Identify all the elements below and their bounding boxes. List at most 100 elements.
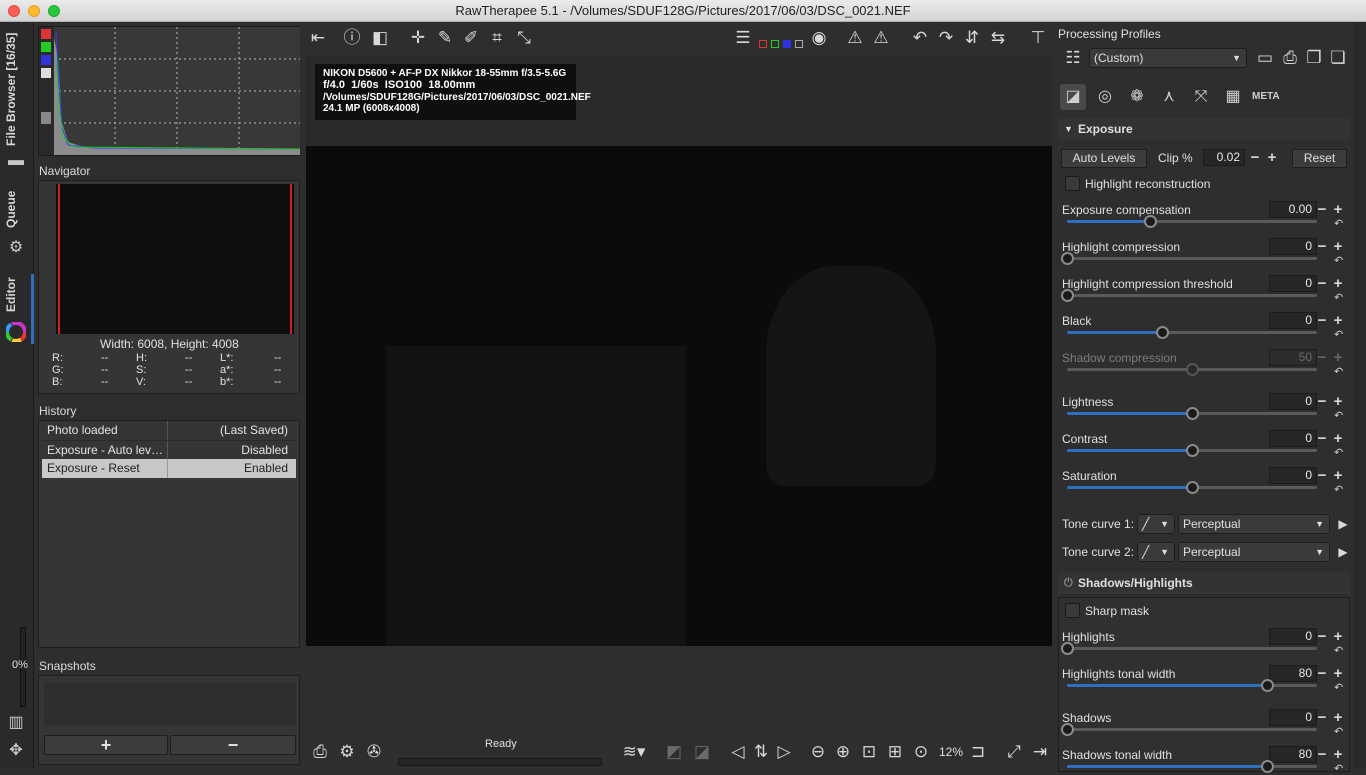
decrement-button[interactable]: − (1315, 394, 1329, 409)
move-icon[interactable]: ✥ (5, 740, 27, 762)
minimize-window-button[interactable] (28, 5, 40, 17)
clip-increment-button[interactable]: + (1265, 150, 1279, 165)
history-row-selected[interactable]: Exposure - Reset Enabled (42, 459, 296, 478)
maximize-window-button[interactable] (48, 5, 60, 17)
increment-button[interactable]: + (1331, 747, 1345, 762)
blue-preview-toggle[interactable] (783, 40, 791, 48)
exposure-tab-icon[interactable]: ◪ (1060, 84, 1086, 110)
hide-right-panel-icon[interactable]: ⇥ (1028, 740, 1052, 764)
increment-button[interactable]: + (1331, 394, 1345, 409)
crop-icon[interactable]: ⌗ (485, 26, 509, 50)
slider-thumb[interactable] (1061, 289, 1074, 302)
tone-curve-1-expand-icon[interactable]: ▶ (1331, 512, 1355, 536)
auto-levels-button[interactable]: Auto Levels (1061, 149, 1147, 168)
fullscreen-icon[interactable]: ⤢ (1002, 740, 1026, 764)
info-icon[interactable]: ⓘ (340, 26, 364, 50)
decrement-button[interactable]: − (1315, 276, 1329, 291)
background-color-menu-icon[interactable]: ≋▾ (612, 740, 656, 764)
reset-icon[interactable]: ↶ (1334, 365, 1343, 378)
reset-icon[interactable]: ↶ (1334, 681, 1343, 694)
tone-curve-2-expand-icon[interactable]: ▶ (1331, 540, 1355, 564)
close-window-button[interactable] (8, 5, 20, 17)
slider-value-input[interactable]: 0 (1269, 238, 1317, 255)
color-picker-icon[interactable]: ✐ (459, 26, 483, 50)
increment-button[interactable]: + (1331, 350, 1345, 365)
decrement-button[interactable]: − (1315, 629, 1329, 644)
slider-thumb[interactable] (1261, 760, 1274, 773)
tab-editor[interactable]: Editor (4, 274, 28, 316)
queue-image-icon[interactable]: ⚙ (335, 740, 359, 764)
flip-horizontal-icon[interactable]: ⇆ (986, 26, 1010, 50)
sync-icon[interactable]: ⇅ (749, 740, 773, 764)
paste-profile-icon[interactable]: ❏ (1326, 46, 1350, 70)
slider-thumb[interactable] (1261, 679, 1274, 692)
tone-curve-2-mode-select[interactable]: Perceptual ▼ (1178, 542, 1330, 562)
highlight-reconstruction-checkbox[interactable] (1065, 176, 1080, 191)
zoom-fit-crop-icon[interactable]: ⊞ (883, 740, 907, 764)
advanced-tab-icon[interactable]: ⋏ (1156, 84, 1182, 110)
slider-value-input[interactable]: 0 (1269, 393, 1317, 410)
reset-icon[interactable]: ↶ (1334, 328, 1343, 341)
slider-value-input[interactable]: 0 (1269, 628, 1317, 645)
folder-icon[interactable]: ▬ (5, 152, 27, 174)
raw-tab-icon[interactable]: ▦ (1220, 84, 1246, 110)
metadata-tab-icon[interactable]: META (1252, 84, 1280, 110)
tab-file-browser[interactable]: File Browser [16/35] (4, 32, 28, 147)
increment-button[interactable]: + (1331, 710, 1345, 725)
slider-thumb[interactable] (1186, 363, 1199, 376)
open-profile-icon[interactable]: ▭ (1253, 46, 1277, 70)
increment-button[interactable]: + (1331, 468, 1345, 483)
profile-list-icon[interactable]: ☷ (1061, 46, 1085, 70)
add-snapshot-button[interactable]: + (44, 735, 168, 755)
decrement-button[interactable]: − (1315, 666, 1329, 681)
hand-tool-icon[interactable]: ✛ (406, 26, 430, 50)
slider-thumb[interactable] (1186, 444, 1199, 457)
red-channel-toggle[interactable] (41, 29, 51, 39)
slider-value-input[interactable]: 80 (1269, 746, 1317, 763)
right-panel-scrollbar[interactable] (1353, 22, 1366, 768)
increment-button[interactable]: + (1331, 431, 1345, 446)
increment-button[interactable]: + (1331, 629, 1345, 644)
slider-thumb[interactable] (1143, 215, 1157, 228)
straighten-icon[interactable]: ⤡ (512, 26, 536, 50)
luminance-preview-toggle[interactable] (795, 40, 803, 48)
tab-queue[interactable]: Queue (4, 187, 28, 232)
highlight-clipping-warning-icon[interactable]: ⚠ (869, 26, 893, 50)
power-toggle-icon[interactable]: ⏻ (1064, 572, 1073, 594)
reset-icon[interactable]: ↶ (1334, 762, 1343, 775)
transform-tab-icon[interactable]: ⤧ (1188, 84, 1214, 110)
reset-icon[interactable]: ↶ (1334, 725, 1343, 738)
decrement-button[interactable]: − (1315, 431, 1329, 446)
decrement-button[interactable]: − (1315, 710, 1329, 725)
color-tab-icon[interactable]: ❁ (1124, 84, 1150, 110)
next-image-icon[interactable]: ◪ (690, 740, 714, 764)
slider-value-input[interactable]: 0 (1269, 430, 1317, 447)
history-row[interactable]: Exposure - Auto lev… Disabled (42, 440, 296, 460)
clip-input[interactable]: 0.02 (1203, 149, 1245, 166)
decrement-button[interactable]: − (1315, 747, 1329, 762)
photo-preview[interactable] (306, 146, 1052, 646)
raw-histogram-toggle[interactable] (41, 112, 51, 124)
zoom-100-icon[interactable]: ⊙ (909, 740, 933, 764)
red-preview-toggle[interactable] (759, 40, 767, 48)
exposure-section-header[interactable]: ▼ Exposure (1058, 118, 1350, 140)
increment-button[interactable]: + (1331, 202, 1345, 217)
decrement-button[interactable]: − (1315, 350, 1329, 365)
reset-icon[interactable]: ↶ (1334, 483, 1343, 496)
increment-button[interactable]: + (1331, 313, 1345, 328)
slider-thumb[interactable] (1061, 723, 1074, 736)
luminance-toggle[interactable] (41, 68, 51, 78)
tone-curve-2-type-select[interactable]: ╱ ▼ (1137, 542, 1175, 562)
preview-mode-icon[interactable]: ☰ (731, 26, 755, 50)
tone-curve-1-mode-select[interactable]: Perceptual ▼ (1178, 514, 1330, 534)
sharp-mask-checkbox[interactable] (1065, 603, 1080, 618)
history-row[interactable]: Photo loaded (Last Saved) (42, 421, 296, 440)
slider-thumb[interactable] (1186, 407, 1199, 420)
profile-select[interactable]: (Custom) ▼ (1089, 48, 1247, 68)
filmstrip-icon[interactable]: ▥ (5, 712, 27, 734)
gear-icon[interactable]: ⚙ (5, 237, 27, 259)
green-preview-toggle[interactable] (771, 40, 779, 48)
zoom-fit-icon[interactable]: ⊡ (857, 740, 881, 764)
zoom-out-icon[interactable]: ⊖ (806, 740, 830, 764)
navigator-preview[interactable] (56, 184, 294, 334)
